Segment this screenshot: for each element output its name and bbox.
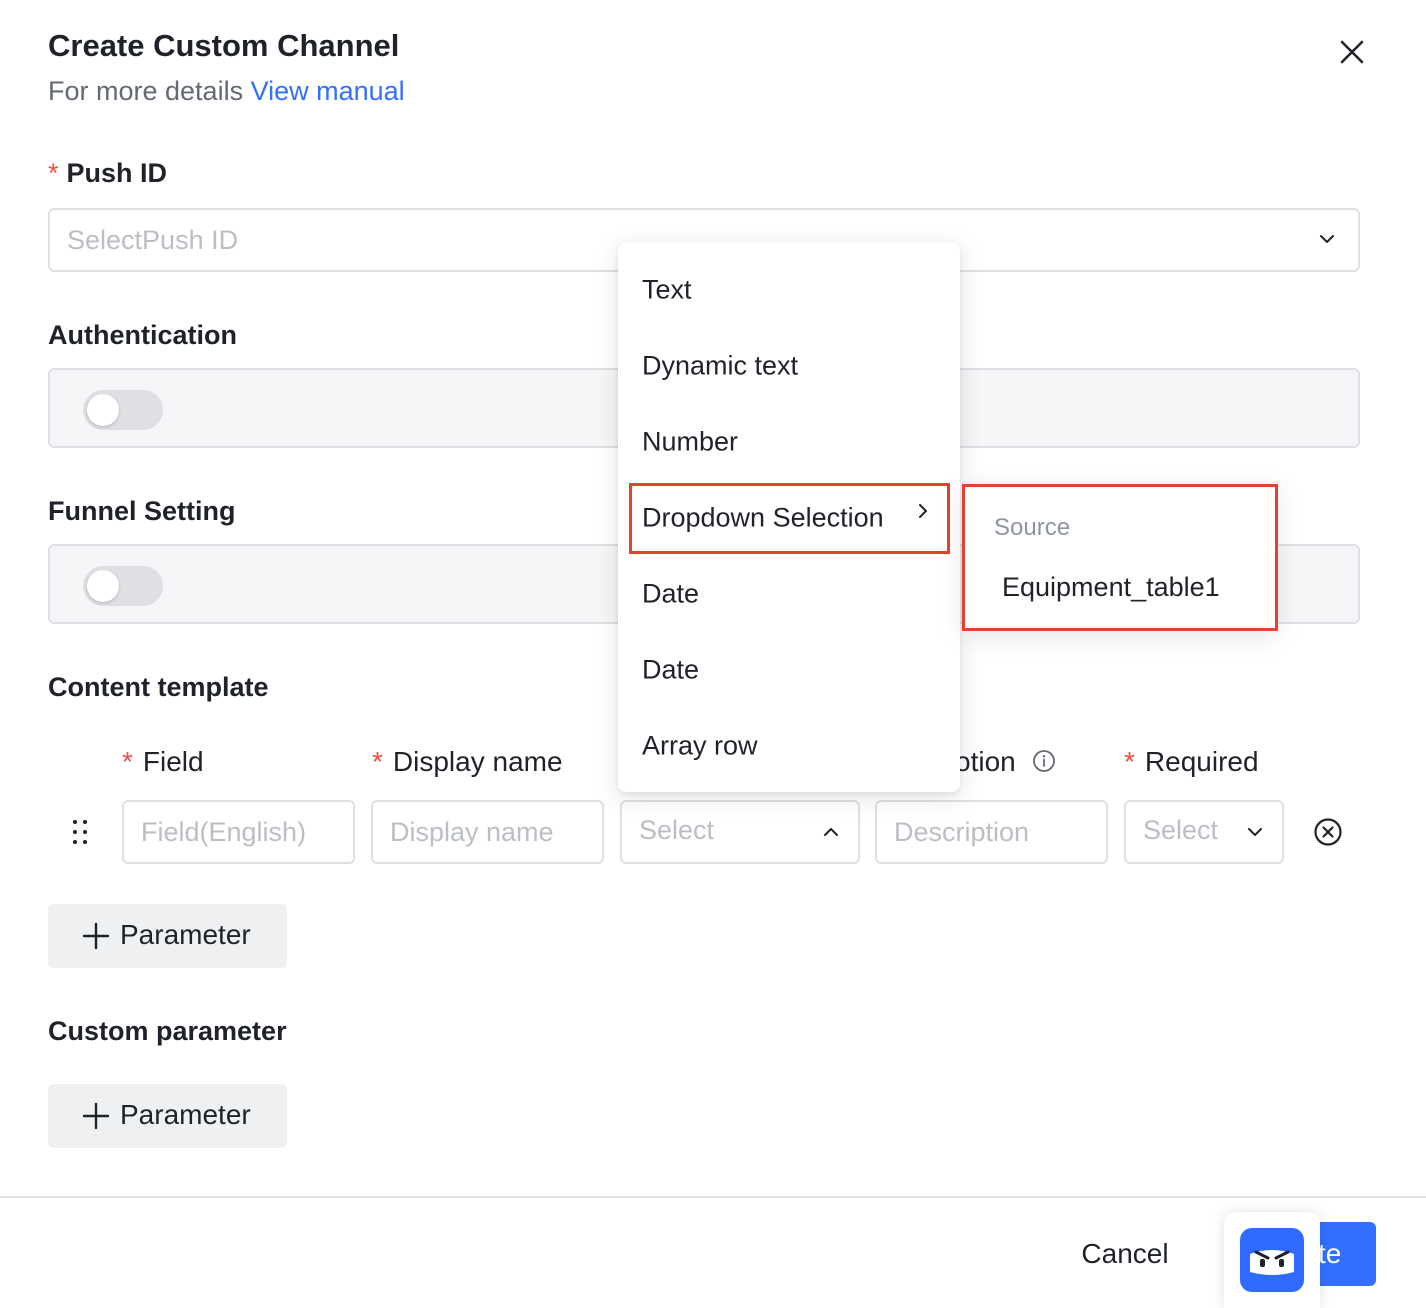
drag-handle-icon[interactable]	[70, 817, 90, 847]
menu-item-dynamic-text[interactable]: Dynamic text	[618, 336, 960, 408]
description-input[interactable]: Description	[875, 800, 1108, 864]
cancel-button[interactable]: Cancel	[1060, 1230, 1190, 1278]
authentication-label: Authentication	[48, 320, 237, 350]
required-select[interactable]: Select	[1124, 800, 1284, 864]
highlight-box	[629, 483, 950, 554]
content-template-label: Content template	[48, 672, 269, 702]
plus-icon	[82, 1102, 110, 1130]
menu-item-date-2[interactable]: Date	[618, 640, 960, 712]
close-button[interactable]	[1334, 34, 1370, 70]
type-select[interactable]: Select	[620, 800, 860, 864]
menu-item-array-row[interactable]: Array row	[618, 716, 960, 788]
close-icon	[1340, 40, 1364, 64]
toggle-knob	[87, 394, 119, 426]
type-dropdown-menu: Text Dynamic text Number Dropdown Select…	[618, 242, 960, 792]
field-input[interactable]: Field(English)	[122, 800, 355, 864]
info-icon[interactable]	[1032, 749, 1056, 773]
assistant-widget[interactable]	[1224, 1212, 1320, 1308]
funnel-setting-toggle[interactable]	[83, 566, 163, 606]
subtitle-text: For more details	[48, 76, 244, 106]
chevron-down-icon	[1248, 828, 1262, 836]
display-name-input[interactable]: Display name	[371, 800, 604, 864]
plus-icon	[82, 922, 110, 950]
column-header-description: otion	[955, 746, 1056, 778]
funnel-setting-label: Funnel Setting	[48, 496, 236, 526]
menu-item-date[interactable]: Date	[618, 564, 960, 636]
add-template-parameter-button[interactable]: Parameter	[48, 904, 287, 968]
authentication-toggle[interactable]	[83, 390, 163, 430]
footer-divider	[0, 1196, 1426, 1198]
toggle-knob	[87, 570, 119, 602]
menu-item-number[interactable]: Number	[618, 412, 960, 484]
push-id-label: * Push ID	[48, 158, 168, 188]
column-header-display-name: * Display name	[372, 746, 563, 777]
menu-item-text[interactable]: Text	[618, 260, 960, 332]
dialog-subtitle: For more details View manual	[48, 76, 405, 107]
required-mark: *	[48, 158, 59, 188]
dialog-title: Create Custom Channel	[48, 28, 400, 63]
column-header-field: * Field	[122, 746, 204, 777]
chevron-up-icon	[824, 828, 838, 836]
custom-parameter-label: Custom parameter	[48, 1016, 287, 1046]
push-id-placeholder: SelectPush ID	[67, 225, 239, 255]
assistant-avatar-icon	[1240, 1228, 1304, 1292]
column-header-required: * Required	[1124, 746, 1259, 777]
add-custom-parameter-button[interactable]: Parameter	[48, 1084, 287, 1148]
highlight-box	[962, 484, 1278, 631]
view-manual-link[interactable]: View manual	[251, 76, 405, 106]
chevron-down-icon	[1320, 235, 1334, 243]
remove-row-icon[interactable]	[1313, 817, 1343, 847]
